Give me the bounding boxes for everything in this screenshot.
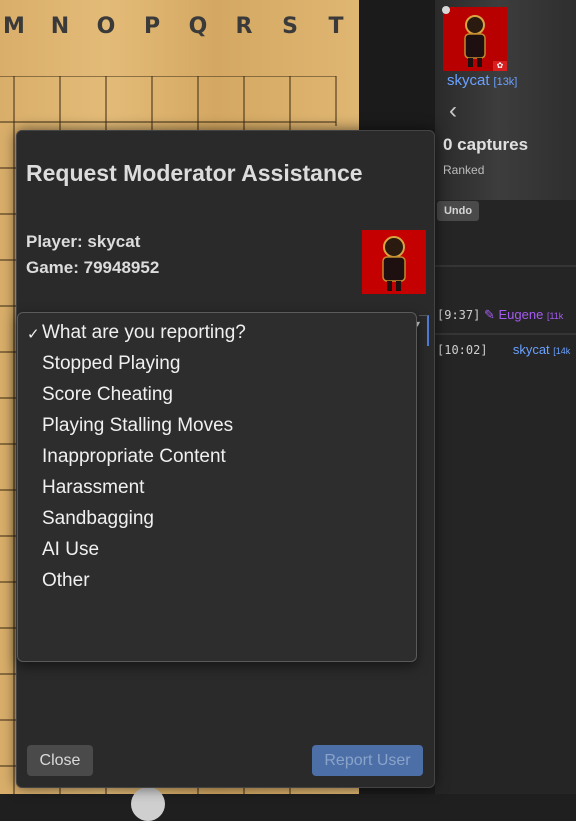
column-label: R — [235, 14, 253, 39]
right-panel: ✿ skycat [13k] ‹ 0 captures Ranked Undo [… — [435, 0, 576, 794]
column-label: O — [96, 14, 116, 39]
flag-icon: ✿ — [493, 61, 507, 71]
report-user-button[interactable]: Report User — [312, 745, 423, 776]
dropdown-option[interactable]: AI Use — [42, 539, 99, 561]
chat-line: [9:37] ✎ Eugene [11k — [437, 307, 563, 323]
reported-player: Player: skycat — [26, 232, 141, 251]
divider — [435, 265, 576, 267]
chat-username[interactable]: Eugene — [499, 307, 544, 322]
column-label: N — [50, 14, 70, 39]
player-name[interactable]: skycat — [447, 72, 490, 89]
avatar-figure-icon — [362, 230, 426, 294]
player-name-link[interactable]: skycat [13k] — [447, 72, 517, 89]
reported-player-avatar — [362, 230, 426, 294]
chat-username[interactable]: skycat — [513, 342, 550, 357]
column-labels: M N O P Q R S T — [0, 14, 359, 44]
undo-button[interactable]: Undo — [437, 201, 479, 221]
chat-timestamp: [10:02] — [437, 343, 488, 357]
column-label: M — [3, 14, 25, 39]
dropdown-option[interactable]: Score Cheating — [42, 384, 173, 406]
dropdown-option[interactable]: Harassment — [42, 477, 144, 499]
close-button[interactable]: Close — [27, 745, 93, 776]
column-label: S — [282, 14, 298, 39]
report-type-select[interactable] — [419, 315, 429, 346]
player-rank: [13k] — [493, 76, 518, 88]
captures-count: 0 captures — [443, 135, 529, 154]
white-stone — [131, 787, 165, 821]
dropdown-option[interactable]: Inappropriate Content — [42, 446, 226, 468]
column-label: P — [143, 14, 161, 39]
checkmark-icon: ✓ — [27, 326, 40, 343]
column-label: Q — [188, 14, 208, 39]
reported-game: Game: 79948952 — [26, 258, 160, 277]
status-dot — [442, 6, 450, 14]
player-card: ✿ skycat [13k] ‹ 0 captures Ranked — [435, 0, 576, 200]
dialog-title: Request Moderator Assistance — [26, 160, 363, 186]
wrench-icon: ✎ — [483, 307, 495, 322]
dropdown-option[interactable]: Playing Stalling Moves — [42, 415, 233, 437]
game-type: Ranked — [443, 163, 485, 177]
dropdown-option[interactable]: Stopped Playing — [42, 353, 180, 375]
chat-user-rank: [14k — [553, 346, 571, 356]
divider — [435, 333, 576, 335]
dropdown-option[interactable]: Other — [42, 570, 90, 592]
dropdown-option[interactable]: Sandbagging — [42, 508, 154, 530]
chevron-left-icon[interactable]: ‹ — [449, 97, 457, 125]
player-avatar[interactable]: ✿ — [443, 7, 507, 71]
chat-user-rank: [11k — [546, 311, 564, 321]
chat-timestamp: [9:37] — [437, 308, 481, 322]
dropdown-option[interactable]: What are you reporting? — [42, 322, 246, 344]
column-label: T — [328, 14, 344, 39]
chat-line: [10:02] skycat [14k — [437, 342, 570, 357]
report-type-dropdown[interactable]: ✓ What are you reporting? Stopped Playin… — [17, 312, 417, 662]
